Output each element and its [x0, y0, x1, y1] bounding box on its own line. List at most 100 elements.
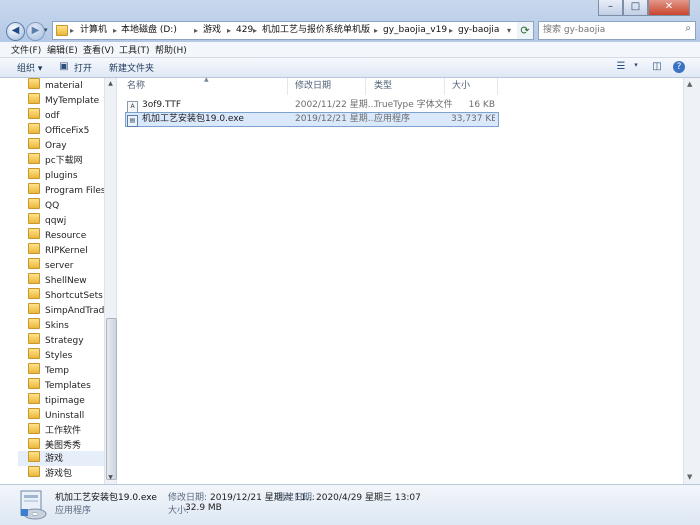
breadcrumb-item[interactable]: 游戏 — [203, 22, 221, 39]
breadcrumb-separator[interactable]: ▸ — [374, 22, 378, 39]
nav-folder-item[interactable]: Skins — [28, 318, 108, 333]
nav-folder-item[interactable]: tipimage — [28, 393, 108, 408]
details-filename: 机加工艺安装包19.0.exe — [55, 493, 157, 503]
file-row[interactable]: A 3of9.TTF 2002/11/22 星期... TrueType 字体文件… — [125, 98, 497, 113]
nav-folder-item[interactable]: Resource — [28, 228, 108, 243]
nav-folder-item-selected[interactable]: 游戏 — [18, 451, 114, 466]
folder-icon — [28, 138, 40, 149]
folder-icon — [28, 333, 40, 344]
view-dropdown-icon[interactable]: ▾ — [629, 61, 643, 74]
scroll-down-icon[interactable]: ▼ — [106, 474, 115, 481]
nav-folder-item[interactable]: SimpAndTradCo — [28, 303, 108, 318]
nav-folder-label: plugins — [45, 171, 78, 181]
nav-folder-label: ShortcutSets — [45, 291, 103, 301]
scroll-down-icon[interactable]: ▼ — [687, 473, 692, 481]
file-name: 机加工艺安装包19.0.exe — [142, 114, 244, 124]
nav-folder-label: Strategy — [45, 336, 84, 346]
nav-folder-item[interactable]: Temp — [28, 363, 108, 378]
nav-folder-item[interactable]: ShellNew — [28, 273, 108, 288]
nav-folder-label: Uninstall — [45, 411, 85, 421]
nav-folder-item[interactable]: 游戏包 — [28, 466, 108, 481]
nav-folder-item[interactable]: Program Files — [28, 183, 108, 198]
scroll-up-icon[interactable]: ▲ — [106, 80, 115, 87]
installer-icon: ▤ — [127, 115, 138, 127]
nav-folder-item[interactable]: server — [28, 258, 108, 273]
address-dropdown-icon[interactable]: ▾ — [507, 22, 511, 39]
nav-scrollbar[interactable]: ▲ ▼ — [104, 78, 117, 484]
nav-folder-item[interactable]: qqwj — [28, 213, 108, 228]
folder-icon — [28, 438, 40, 449]
menu-bar: 文件(F) 编辑(E) 查看(V) 工具(T) 帮助(H) — [0, 42, 700, 58]
maximize-button[interactable]: □ — [623, 0, 648, 16]
nav-folder-item[interactable]: Oray — [28, 138, 108, 153]
installer-large-icon — [20, 490, 47, 520]
recent-pages-chevron-icon[interactable]: ▾ — [44, 26, 48, 34]
nav-folder-item[interactable]: MyTemplate — [28, 93, 108, 108]
nav-folder-label: Oray — [45, 141, 67, 151]
nav-folder-item[interactable]: 工作软件 — [28, 423, 108, 438]
scroll-thumb[interactable] — [106, 318, 117, 480]
nav-folder-item[interactable]: material — [28, 78, 108, 93]
menu-view[interactable]: 查看(V) — [83, 43, 114, 56]
breadcrumb-separator[interactable]: ▸ — [227, 22, 231, 39]
file-list-scrollbar[interactable]: ▲ ▼ — [683, 78, 700, 484]
folder-icon — [28, 243, 40, 254]
menu-file[interactable]: 文件(F) — [11, 43, 41, 56]
column-header-name[interactable]: 名称 — [127, 78, 288, 95]
column-header-type[interactable]: 类型 — [374, 78, 445, 95]
file-size: 33,737 KB — [451, 114, 495, 124]
preview-pane-icon[interactable]: ◫ — [650, 61, 664, 74]
column-header-size[interactable]: 大小 — [452, 78, 498, 95]
menu-help[interactable]: 帮助(H) — [155, 43, 187, 56]
navigation-pane: material MyTemplate odf OfficeFix5 Oray … — [0, 78, 117, 484]
organize-button[interactable]: 组织 ▾ — [17, 61, 42, 74]
nav-folder-item[interactable]: RIPKernel — [28, 243, 108, 258]
nav-folder-item[interactable]: Styles — [28, 348, 108, 363]
forward-arrow-icon[interactable]: ▶ — [26, 22, 45, 41]
folder-icon — [28, 108, 40, 119]
explorer-window: – □ ✕ ◀ ▶ ▾ ▸ 计算机 ▸ 本地磁盘 (D:) ▸ 游戏 ▸ 429 ▸… — [0, 0, 700, 525]
breadcrumb-separator[interactable]: ▸ — [253, 22, 257, 39]
nav-folder-item[interactable]: odf — [28, 108, 108, 123]
menu-tools[interactable]: 工具(T) — [119, 43, 150, 56]
nav-folder-item[interactable]: Strategy — [28, 333, 108, 348]
menu-edit[interactable]: 编辑(E) — [47, 43, 78, 56]
open-button[interactable]: 打开 — [74, 61, 92, 74]
breadcrumb-separator[interactable]: ▸ — [194, 22, 198, 39]
nav-folder-item[interactable]: QQ — [28, 198, 108, 213]
nav-folder-item[interactable]: Uninstall — [28, 408, 108, 423]
search-input[interactable] — [539, 22, 677, 37]
nav-folder-label: Skins — [45, 321, 69, 331]
nav-folder-item[interactable]: OfficeFix5 — [28, 123, 108, 138]
close-button[interactable]: ✕ — [648, 0, 690, 16]
breadcrumb-separator[interactable]: ▸ — [449, 22, 453, 39]
file-date: 2019/12/21 星期... — [295, 114, 377, 124]
file-row-selected[interactable]: ▤ 机加工艺安装包19.0.exe 2019/12/21 星期... 应用程序 3… — [125, 112, 499, 127]
back-arrow-icon[interactable]: ◀ — [6, 22, 25, 41]
breadcrumb-item[interactable]: gy_baojia_v19 — [383, 22, 447, 39]
file-size: 16 KB — [468, 100, 495, 110]
help-icon[interactable]: ? — [673, 61, 685, 73]
minimize-button[interactable]: – — [598, 0, 623, 16]
scroll-up-icon[interactable]: ▲ — [687, 80, 692, 88]
breadcrumb-item[interactable]: 本地磁盘 (D:) — [121, 22, 177, 39]
new-folder-button[interactable]: 新建文件夹 — [109, 61, 154, 74]
breadcrumb-item[interactable]: 计算机 — [80, 22, 107, 39]
breadcrumb-item[interactable]: 429 — [236, 22, 253, 39]
breadcrumb-separator[interactable]: ▸ — [113, 22, 117, 39]
details-created-label: 创建日期: — [276, 493, 316, 503]
breadcrumb-item[interactable]: 机加工艺与报价系统单机版 — [262, 22, 370, 39]
search-icon[interactable]: ⌕ — [685, 23, 691, 34]
breadcrumb-item[interactable]: gy-baojia — [458, 22, 499, 39]
nav-folder-item[interactable]: pc下载网 — [28, 153, 108, 168]
nav-folder-item[interactable]: ShortcutSets — [28, 288, 108, 303]
nav-folder-label: Styles — [45, 351, 73, 361]
nav-folder-item[interactable]: Templates — [28, 378, 108, 393]
refresh-icon[interactable]: ⟳ — [517, 21, 534, 40]
view-options-icon[interactable]: ☰ — [614, 61, 628, 74]
nav-folder-item[interactable]: plugins — [28, 168, 108, 183]
breadcrumb-separator[interactable]: ▸ — [70, 22, 74, 39]
folder-icon — [28, 423, 40, 434]
folder-icon — [28, 93, 40, 104]
column-header-date[interactable]: 修改日期 — [295, 78, 366, 95]
